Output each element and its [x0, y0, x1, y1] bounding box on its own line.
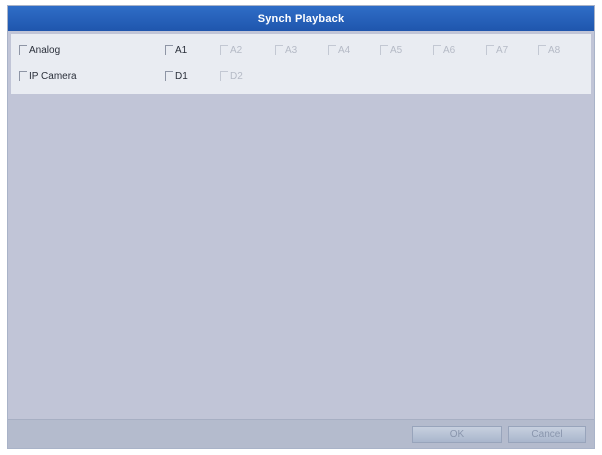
- ip-camera-group-label: IP Camera: [29, 70, 77, 82]
- channel-checkbox-d2[interactable]: D2: [220, 68, 243, 84]
- ip-camera-group-checkbox[interactable]: IP Camera: [19, 68, 77, 84]
- channel-label: D1: [175, 70, 188, 82]
- ok-button[interactable]: OK: [412, 426, 502, 443]
- channel-checkbox-a4[interactable]: A4: [328, 42, 350, 58]
- channel-checkbox-a8[interactable]: A8: [538, 42, 560, 58]
- channel-label: A5: [390, 44, 403, 56]
- checkbox-box: [380, 45, 388, 55]
- ip-camera-row: IP Camera D1 D2: [11, 68, 591, 88]
- channel-label: A1: [175, 44, 188, 56]
- dialog-button-bar: OK Cancel: [8, 419, 594, 448]
- channel-checkbox-a7[interactable]: A7: [486, 42, 508, 58]
- channel-label: A6: [443, 44, 456, 56]
- channel-checkbox-a6[interactable]: A6: [433, 42, 455, 58]
- synch-playback-dialog: Synch Playback Analog A1 A2 A3 A4 A5 A6 …: [7, 5, 595, 449]
- checkbox-box: [220, 71, 228, 81]
- channel-checkbox-d1[interactable]: D1: [165, 68, 188, 84]
- channel-checkbox-a3[interactable]: A3: [275, 42, 297, 58]
- checkbox-box: [486, 45, 494, 55]
- channel-label: A2: [230, 44, 243, 56]
- checkbox-box: [19, 71, 27, 81]
- checkbox-box: [165, 71, 173, 81]
- camera-selection-panel: Analog A1 A2 A3 A4 A5 A6 A7 A8 IP Camera…: [11, 34, 591, 94]
- dialog-title: Synch Playback: [257, 12, 345, 25]
- channel-checkbox-a5[interactable]: A5: [380, 42, 402, 58]
- checkbox-box: [328, 45, 336, 55]
- cancel-button[interactable]: Cancel: [508, 426, 586, 443]
- checkbox-box: [220, 45, 228, 55]
- analog-row: Analog A1 A2 A3 A4 A5 A6 A7 A8: [11, 42, 591, 62]
- checkbox-box: [433, 45, 441, 55]
- analog-group-checkbox[interactable]: Analog: [19, 42, 60, 58]
- analog-group-label: Analog: [29, 44, 61, 56]
- channel-checkbox-a1[interactable]: A1: [165, 42, 187, 58]
- channel-label: D2: [230, 70, 243, 82]
- channel-label: A7: [496, 44, 509, 56]
- channel-label: A3: [285, 44, 298, 56]
- channel-label: A4: [338, 44, 351, 56]
- checkbox-box: [19, 45, 27, 55]
- channel-label: A8: [548, 44, 561, 56]
- checkbox-box: [538, 45, 546, 55]
- dialog-title-bar: Synch Playback: [8, 6, 594, 31]
- checkbox-box: [275, 45, 283, 55]
- channel-checkbox-a2[interactable]: A2: [220, 42, 242, 58]
- checkbox-box: [165, 45, 173, 55]
